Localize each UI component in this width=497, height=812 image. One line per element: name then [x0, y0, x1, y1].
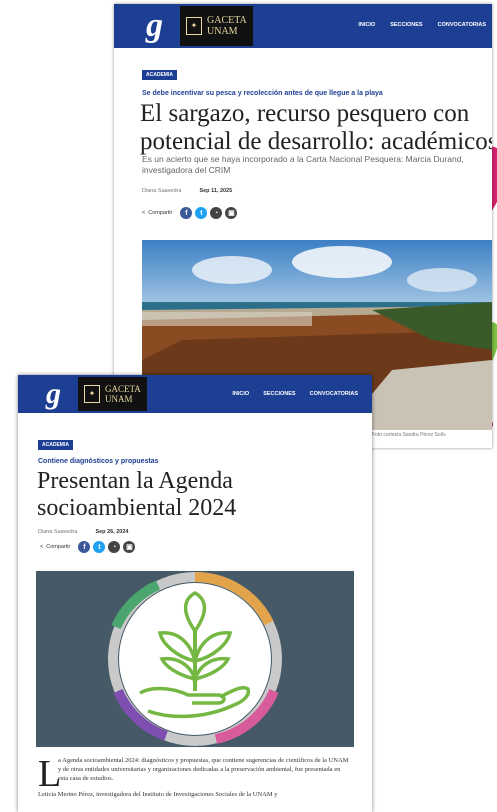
unam-crest-icon: ✦ [84, 385, 100, 403]
article-dek: Es un acierto que se haya incorporado a … [142, 154, 464, 176]
publish-date: Sep 26, 2024 [95, 529, 129, 535]
category-badge[interactable]: ACADEMIA [142, 70, 177, 80]
article-body: a Agenda socioambiental 2024: diagnóstic… [38, 757, 350, 800]
nav-inicio[interactable]: INICIO [358, 22, 375, 28]
nav-convocatorias[interactable]: CONVOCATORIAS [438, 22, 486, 28]
front-article-card: g ✦ GACETA UNAM INICIO SECCIONES CONVOCA… [18, 375, 372, 812]
main-nav: INICIO SECCIONES CONVOCATORIAS [232, 391, 358, 397]
whatsapp-icon[interactable]: ◔ [210, 207, 223, 219]
author-name[interactable]: Diana Saavedra [38, 529, 77, 535]
print-icon[interactable]: ▣ [123, 541, 136, 553]
site-header: g ✦ GACETA UNAM INICIO SECCIONES CONVOCA… [18, 375, 372, 413]
site-logo-g[interactable]: g [146, 7, 170, 45]
facebook-icon[interactable]: f [180, 207, 193, 219]
article-meta: Diana Saavedra Sep 11, 2025 [142, 188, 232, 194]
site-logo-g[interactable]: g [46, 377, 68, 411]
body-paragraph-1: a Agenda socioambiental 2024: diagnóstic… [58, 757, 349, 782]
nav-secciones[interactable]: SECCIONES [263, 391, 295, 397]
share-icon: < [40, 544, 44, 550]
share-label: Compartir [46, 544, 71, 550]
body-paragraph-2: Leticia Merino Pérez, investigadora del … [38, 791, 278, 799]
twitter-icon[interactable]: t [195, 207, 208, 219]
twitter-icon[interactable]: t [93, 541, 106, 553]
publish-date: Sep 11, 2025 [199, 188, 233, 194]
nav-inicio[interactable]: INICIO [232, 391, 249, 397]
gaceta-unam-logo[interactable]: ✦ GACETA UNAM [78, 377, 147, 411]
whatsapp-icon[interactable]: ◔ [108, 541, 121, 553]
nav-convocatorias[interactable]: CONVOCATORIAS [310, 391, 358, 397]
author-name[interactable]: Diana Saavedra [142, 188, 181, 194]
brand-line1: GACETA [105, 384, 141, 394]
article-title: Presentan la Agenda socioambiental 2024 [37, 468, 237, 521]
nav-secciones[interactable]: SECCIONES [390, 22, 422, 28]
photo-credit: Foto cortesía Sandra Pérez Solís [372, 432, 446, 438]
share-icon: < [142, 210, 146, 216]
unam-crest-icon: ✦ [186, 17, 202, 35]
share-bar: < Compartir f t ◔ ▣ [142, 207, 238, 219]
article-title: El sargazo, recurso pesquero con potenci… [140, 100, 492, 155]
site-header: g ✦ GACETA UNAM INICIO SECCIONES CONVOCA… [114, 4, 492, 48]
print-icon[interactable]: ▣ [225, 207, 238, 219]
article-meta: Diana Saavedra Sep 26, 2024 [38, 529, 128, 535]
gaceta-unam-logo[interactable]: ✦ GACETA UNAM [180, 6, 253, 46]
article-kicker: Se debe incentivar su pesca y recolecció… [142, 90, 383, 97]
facebook-icon[interactable]: f [78, 541, 91, 553]
agenda-illustration [36, 571, 354, 747]
category-badge[interactable]: ACADEMIA [38, 440, 73, 450]
share-bar: < Compartir f t ◔ ▣ [40, 541, 136, 553]
brand-line2: UNAM [105, 394, 133, 404]
share-label: Compartir [148, 210, 173, 216]
brand-line1: GACETA [207, 15, 247, 26]
main-nav: INICIO SECCIONES CONVOCATORIAS [358, 22, 486, 28]
brand-line2: UNAM [207, 26, 238, 37]
article-kicker: Contiene diagnósticos y propuestas [38, 458, 159, 465]
